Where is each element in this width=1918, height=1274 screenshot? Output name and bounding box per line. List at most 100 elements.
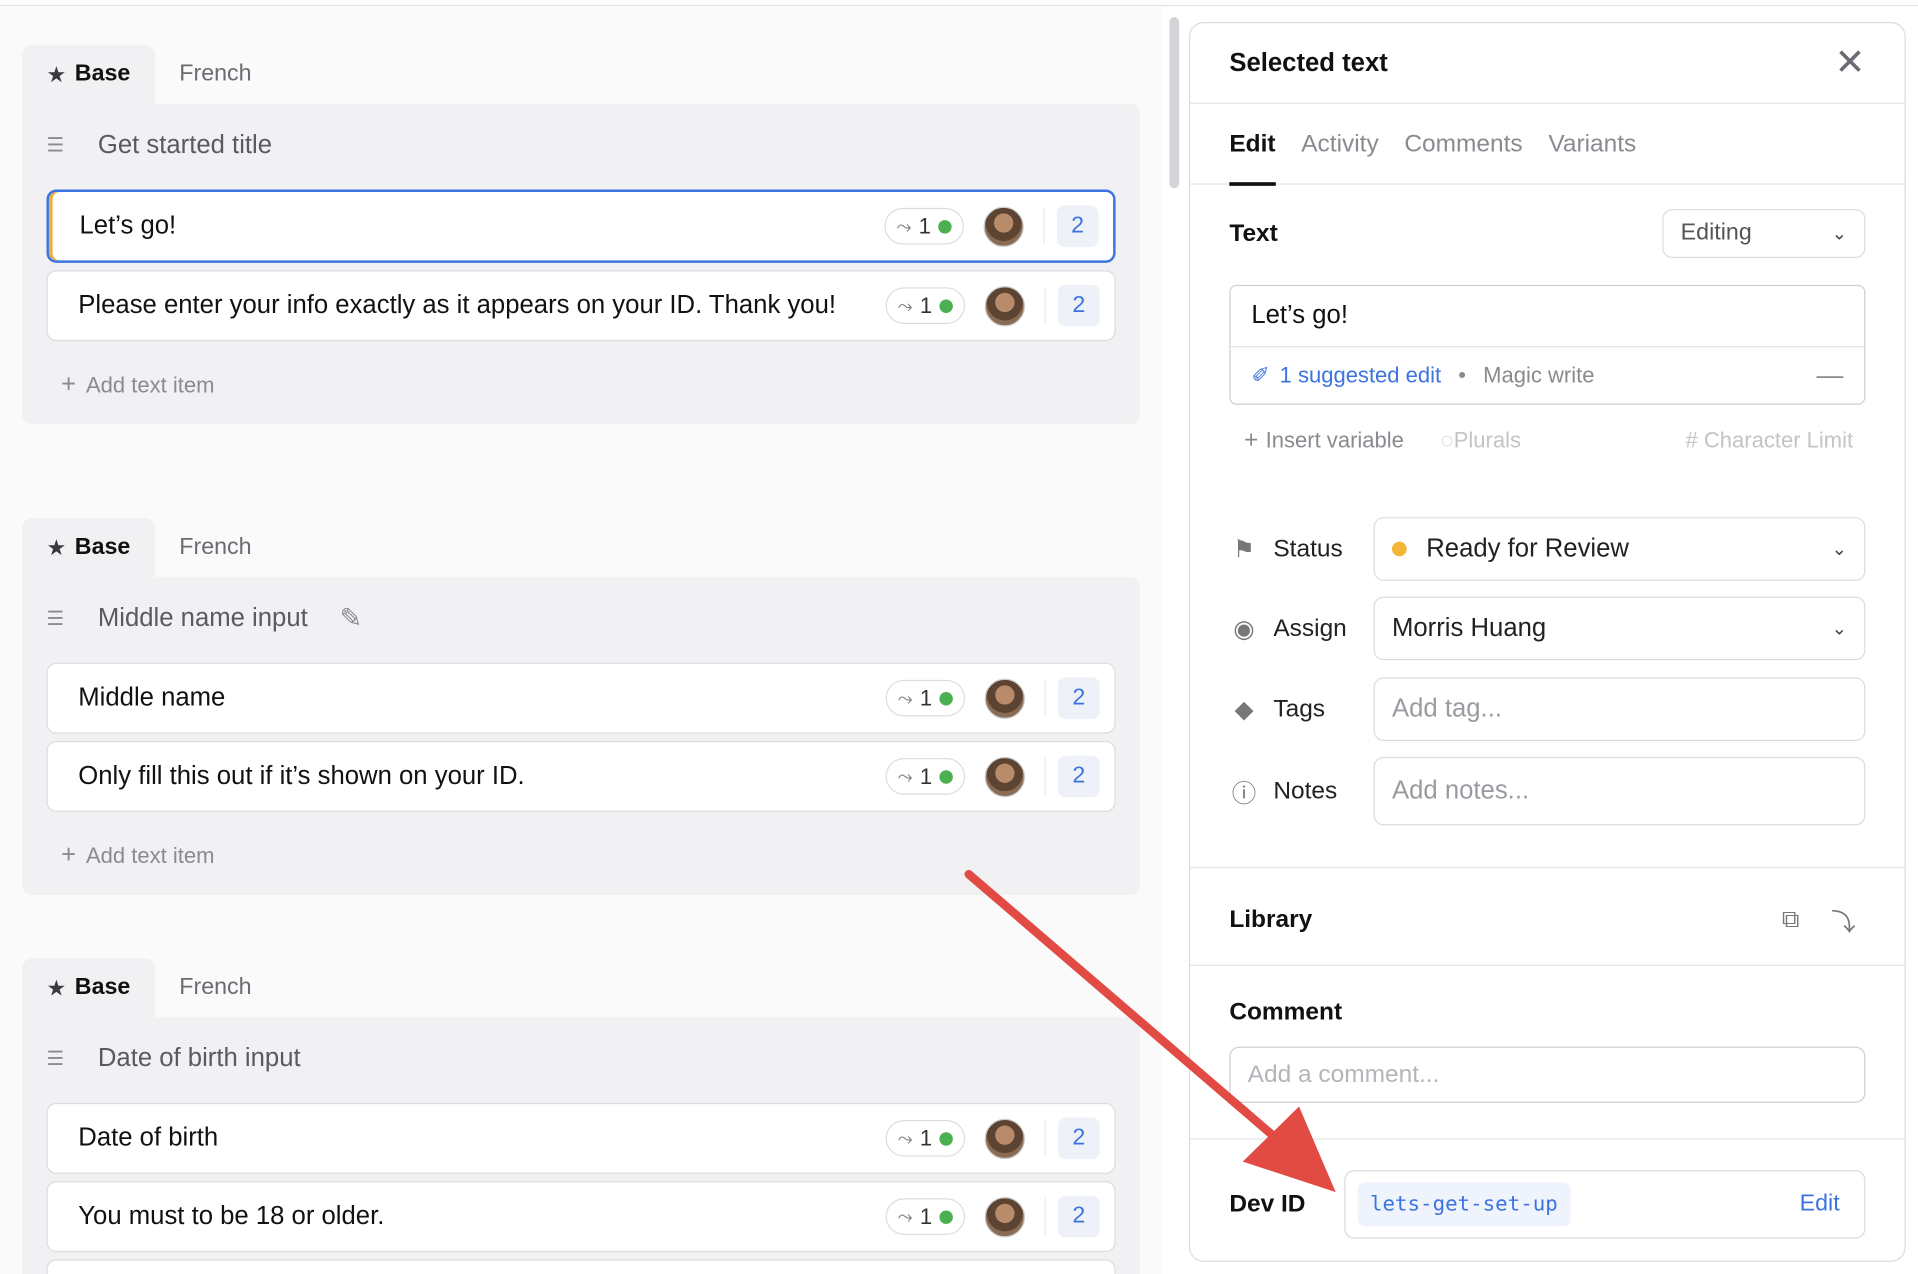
mode-select[interactable]: Editing ⌄	[1662, 209, 1866, 258]
scrollbar[interactable]	[1169, 17, 1180, 189]
devid-row: Dev ID lets-get-set-up Edit	[1229, 1170, 1866, 1239]
status-dot	[939, 769, 953, 784]
comment-label: Comment	[1229, 998, 1343, 1026]
tab-french[interactable]: French	[155, 959, 276, 1018]
insert-variable-button[interactable]: Insert variable	[1266, 428, 1404, 454]
text-item[interactable]: Only fill this out if it’s shown on your…	[46, 740, 1116, 812]
chevron-down-icon: ⌄	[1831, 223, 1848, 245]
divider	[1044, 1198, 1046, 1235]
status-dot	[939, 1131, 953, 1146]
comment-input[interactable]: Add a comment...	[1229, 1046, 1866, 1103]
text-item[interactable]: Please enter your info exactly as it app…	[46, 270, 1116, 342]
text-tools: + Insert variable ◌ Plurals # Character …	[1229, 427, 1865, 455]
notes-input[interactable]: Add notes...	[1373, 756, 1866, 826]
devid-edit-button[interactable]: Edit	[1800, 1191, 1852, 1218]
link-component-icon[interactable]: ⤵	[1831, 902, 1855, 937]
tab-activity[interactable]: Activity	[1301, 104, 1378, 185]
tab-base[interactable]: ★ Base	[22, 45, 155, 104]
status-dot	[939, 298, 953, 313]
suggested-edit-link[interactable]: 1 suggested edit	[1280, 363, 1442, 389]
tab-comments[interactable]: Comments	[1404, 104, 1522, 185]
text-input[interactable]: Let’s go!	[1230, 286, 1865, 348]
text-list-area: ★ Base French ☰ Get started title Let’s g…	[0, 6, 1163, 1274]
merge-icon: ⤳	[896, 215, 912, 237]
tab-french[interactable]: French	[155, 45, 276, 104]
variant-count[interactable]: 2	[1056, 205, 1099, 247]
text-item[interactable]	[46, 1259, 1116, 1274]
text-item-value: Middle name	[78, 683, 226, 712]
avatar[interactable]	[984, 1118, 1026, 1159]
group-header: ☰ Middle name input ✎	[46, 594, 1115, 643]
plurals-icon: ◌	[1440, 427, 1454, 453]
variant-count[interactable]: 2	[1058, 1117, 1100, 1160]
text-item-value: Let’s go!	[79, 211, 177, 240]
branch-pill[interactable]: ⤳ 1	[885, 1198, 966, 1235]
text-group: ★ Base French ☰ Date of birth input Date …	[22, 958, 1141, 1274]
status-dot	[939, 691, 953, 705]
text-item[interactable]: Let’s go! ⤳ 1 2	[46, 189, 1116, 263]
text-item-value: Date of birth	[78, 1123, 219, 1152]
character-limit-button[interactable]: # Character Limit	[1685, 428, 1865, 454]
text-item-meta: ⤳ 1 2	[884, 192, 1099, 260]
variant-count[interactable]: 2	[1058, 755, 1100, 798]
collapse-icon[interactable]: —	[1816, 359, 1843, 391]
group-panel: ☰ Middle name input ✎ Middle name ⤳ 1 2 O…	[22, 577, 1141, 896]
add-text-item-button[interactable]: + Add text item	[46, 819, 1115, 875]
variant-count[interactable]: 2	[1058, 1195, 1100, 1238]
variant-count[interactable]: 2	[1058, 284, 1100, 327]
text-item-value: You must to be 18 or older.	[78, 1201, 385, 1231]
language-tabs: ★ Base French	[22, 518, 1140, 578]
add-text-item-button[interactable]: + Add text item	[46, 348, 1115, 404]
tags-input[interactable]: Add tag...	[1373, 677, 1866, 741]
tab-base[interactable]: ★ Base	[22, 518, 155, 578]
assign-label: Assign	[1273, 614, 1347, 642]
text-item-value: Only fill this out if it’s shown on your…	[78, 761, 525, 790]
status-select[interactable]: Ready for Review ⌄	[1373, 517, 1866, 581]
text-item[interactable]: You must to be 18 or older. ⤳ 1 2	[46, 1181, 1116, 1253]
panel-header: Selected text ✕	[1190, 23, 1905, 104]
avatar[interactable]	[984, 756, 1026, 797]
selected-text-panel: Selected text ✕ Edit Activity Comments V…	[1188, 22, 1906, 1262]
avatar[interactable]	[984, 285, 1026, 326]
tags-label: Tags	[1273, 695, 1326, 723]
text-item[interactable]: Date of birth ⤳ 1 2	[46, 1102, 1116, 1174]
panel-title: Selected text	[1229, 48, 1388, 77]
flag-icon: ⚑	[1233, 536, 1255, 564]
plurals-button[interactable]: Plurals	[1454, 428, 1521, 454]
component-icon: ☰	[46, 135, 65, 157]
tab-variants[interactable]: Variants	[1548, 104, 1636, 185]
text-item-meta: ⤳ 1 2	[885, 664, 1100, 732]
close-icon[interactable]: ✕	[1835, 44, 1866, 82]
branch-pill[interactable]: ⤳ 1	[885, 758, 966, 795]
component-icon: ☰	[46, 608, 65, 630]
divider	[1190, 866, 1905, 869]
language-tabs: ★ Base French	[22, 45, 1140, 104]
tab-base[interactable]: ★ Base	[22, 958, 155, 1018]
plus-icon: +	[61, 370, 77, 399]
tab-french[interactable]: French	[155, 518, 276, 577]
status-dot	[1392, 541, 1407, 557]
branch-pill[interactable]: ⤳ 1	[884, 207, 964, 245]
group-title: Get started title	[97, 130, 273, 159]
tag-icon: ◆	[1234, 696, 1254, 724]
text-group: ★ Base French ☰ Middle name input ✎ Middl…	[22, 518, 1141, 896]
merge-icon: ⤳	[897, 1206, 913, 1227]
divider	[1190, 1138, 1905, 1140]
branch-pill[interactable]: ⤳ 1	[885, 679, 966, 717]
pencil-icon[interactable]: ✎	[340, 603, 363, 635]
assign-select[interactable]: Morris Huang ⌄	[1373, 596, 1866, 661]
avatar[interactable]	[983, 206, 1024, 247]
avatar[interactable]	[984, 1196, 1026, 1237]
text-item-meta: ⤳ 1 2	[885, 742, 1100, 810]
variant-count[interactable]: 2	[1058, 677, 1100, 719]
merge-icon: ⤳	[897, 295, 913, 317]
merge-icon: ⤳	[897, 766, 913, 787]
magic-write-link[interactable]: Magic write	[1483, 363, 1594, 389]
tab-edit[interactable]: Edit	[1229, 104, 1276, 186]
star-icon: ★	[46, 61, 67, 87]
text-item[interactable]: Middle name ⤳ 1 2	[46, 662, 1116, 734]
add-to-library-icon[interactable]: ⧉	[1782, 905, 1799, 933]
avatar[interactable]	[984, 677, 1026, 719]
branch-pill[interactable]: ⤳ 1	[885, 1119, 966, 1157]
branch-pill[interactable]: ⤳ 1	[885, 287, 966, 325]
